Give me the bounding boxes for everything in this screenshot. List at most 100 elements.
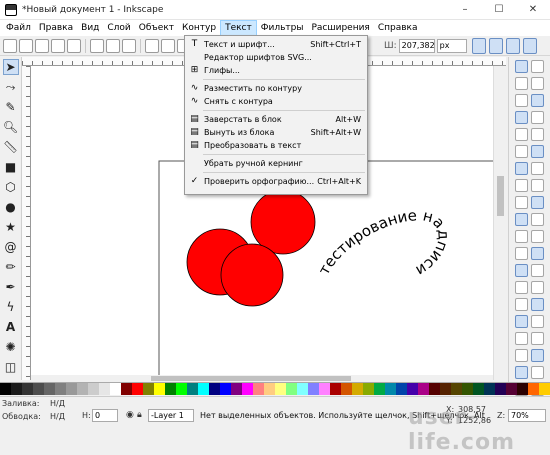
red-circle[interactable] [220,243,284,307]
color-swatch[interactable] [319,383,330,395]
vertical-scrollbar[interactable] [493,66,506,380]
toolbar-button[interactable] [145,38,159,53]
color-swatch[interactable] [539,383,550,395]
tweak-tool-icon[interactable]: ✎ [3,99,19,115]
snap-option-button[interactable] [515,196,528,209]
color-swatch[interactable] [286,383,297,395]
snap-toggle-button[interactable] [472,38,486,54]
color-swatch[interactable] [22,383,33,395]
vertical-scroll-thumb[interactable] [497,176,504,216]
snap-option-button[interactable] [515,162,528,175]
color-swatch[interactable] [132,383,143,395]
horizontal-scroll-thumb[interactable] [151,376,351,381]
snap-option-button[interactable] [515,60,528,73]
zoom-tool-icon[interactable]: 🔍︎ [3,119,19,135]
toolbar-button[interactable] [19,38,33,53]
color-swatch[interactable] [231,383,242,395]
color-swatch[interactable] [308,383,319,395]
menu-item[interactable]: Контур [178,20,220,36]
menu-item[interactable]: Объект [135,20,178,36]
color-swatch[interactable] [473,383,484,395]
toolbar-button[interactable] [106,38,120,53]
color-swatch[interactable] [297,383,308,395]
color-swatch[interactable] [77,383,88,395]
spray-tool-icon[interactable]: ✺ [3,339,19,355]
text-menu-item[interactable]: ∿ Снять с контура [185,95,367,108]
vertical-ruler[interactable] [22,66,31,380]
color-swatch[interactable] [352,383,363,395]
color-swatch[interactable] [396,383,407,395]
color-swatch[interactable] [407,383,418,395]
red-circle[interactable] [250,189,316,255]
snap-option-button[interactable] [531,196,544,209]
snap-option-button[interactable] [531,94,544,107]
snap-option-button[interactable] [531,128,544,141]
color-swatch[interactable] [253,383,264,395]
snap-option-button[interactable] [531,111,544,124]
node-tool-icon[interactable]: ⤳ [3,79,19,95]
snap-option-button[interactable] [515,213,528,226]
snap-option-button[interactable] [531,264,544,277]
selector-tool-icon[interactable]: ➤ [2,59,19,75]
color-swatch[interactable] [66,383,77,395]
pencil-tool-icon[interactable]: ✏ [3,259,19,275]
color-swatch[interactable] [33,383,44,395]
menu-item[interactable]: Правка [35,20,77,36]
rectangle-tool-icon[interactable]: ■ [3,159,19,175]
3d-box-tool-icon[interactable]: ⬡ [3,179,19,195]
color-swatch[interactable] [363,383,374,395]
eye-icon[interactable]: ◉ [126,410,134,420]
color-swatch[interactable] [495,383,506,395]
snap-option-button[interactable] [515,94,528,107]
snap-option-button[interactable] [531,77,544,90]
toolbar-button[interactable] [90,38,104,53]
color-swatch[interactable] [429,383,440,395]
snap-option-button[interactable] [531,230,544,243]
color-swatch[interactable] [484,383,495,395]
menu-item[interactable]: Слой [103,20,134,36]
snap-option-button[interactable] [515,111,528,124]
ellipse-tool-icon[interactable]: ● [3,199,19,215]
color-swatch[interactable] [11,383,22,395]
menu-item[interactable]: Текст [220,20,257,36]
measure-tool-icon[interactable]: 📏︎ [3,139,19,155]
color-swatch[interactable] [374,383,385,395]
color-swatch[interactable] [110,383,121,395]
color-swatch[interactable] [0,383,11,395]
unit-select[interactable]: px [436,39,467,53]
snap-option-button[interactable] [531,179,544,192]
color-swatch[interactable] [517,383,528,395]
minimize-button[interactable]: – [448,0,482,20]
horizontal-scrollbar[interactable] [31,375,493,382]
text-menu-item[interactable]: ✓ Проверить орфографию... Ctrl+Alt+K [185,175,367,188]
snap-option-button[interactable] [515,281,528,294]
snap-option-button[interactable] [531,281,544,294]
color-swatch[interactable] [220,383,231,395]
color-swatch[interactable] [275,383,286,395]
snap-toggle-button[interactable] [489,38,503,54]
snap-option-button[interactable] [515,128,528,141]
width-input[interactable]: 207,382 [398,39,435,53]
text-menu-item[interactable]: ▤ Вынуть из блока Shift+Alt+W [185,126,367,139]
color-swatch[interactable] [451,383,462,395]
snap-option-button[interactable] [515,332,528,345]
text-menu-item[interactable]: ∿ Разместить по контуру [185,82,367,95]
menu-item[interactable]: Расширения [307,20,373,36]
menu-item[interactable]: Справка [374,20,422,36]
calligraphy-tool-icon[interactable]: ϟ [3,299,19,315]
color-swatch[interactable] [176,383,187,395]
color-swatch[interactable] [154,383,165,395]
snap-option-button[interactable] [515,145,528,158]
color-swatch[interactable] [385,383,396,395]
text-menu-item[interactable]: ▤ Преобразовать в текст [185,139,367,152]
eraser-tool-icon[interactable]: ◫ [3,359,19,375]
snap-option-button[interactable] [531,145,544,158]
color-swatch[interactable] [418,383,429,395]
opacity-input[interactable]: 0 [92,409,118,422]
text-menu-item[interactable]: Убрать ручной кернинг [185,157,367,170]
color-swatch[interactable] [165,383,176,395]
snap-option-button[interactable] [515,315,528,328]
toolbar-button[interactable] [51,38,65,53]
snap-option-button[interactable] [531,349,544,362]
color-swatch[interactable] [330,383,341,395]
